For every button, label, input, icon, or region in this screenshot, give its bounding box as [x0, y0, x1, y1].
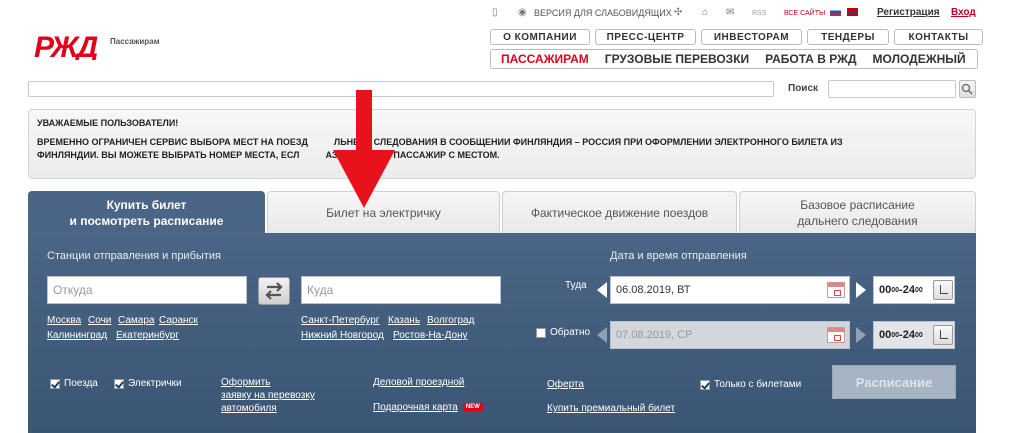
- premium-ticket-link[interactable]: Купить премиальный билет: [547, 403, 675, 414]
- from-link-kaliningrad[interactable]: Калининград: [47, 330, 107, 341]
- car-request-link-1[interactable]: Оформить: [221, 377, 270, 388]
- schedule-button[interactable]: Расписание: [832, 365, 956, 399]
- main-nav: ПАССАЖИРАМ ГРУЗОВЫЕ ПЕРЕВОЗКИ РАБОТА В Р…: [490, 49, 978, 69]
- rzd-page: ▯ ◉ ВЕРСИЯ ДЛЯ СЛАБОВИДЯЩИХ ✣ ⌂ ✉ RSS ВС…: [0, 0, 1024, 433]
- back-calendar-icon: [827, 327, 845, 343]
- back-date-input[interactable]: 07.08.2019, СР: [610, 321, 850, 349]
- nav-tenders[interactable]: ТЕНДЕРЫ: [807, 29, 889, 45]
- from-input[interactable]: Откуда: [47, 276, 247, 304]
- back-checkbox-box[interactable]: [536, 327, 546, 338]
- red-arrow-annotation: [333, 90, 395, 208]
- english-flag-icon[interactable]: [847, 8, 858, 16]
- rss-link[interactable]: RSS: [752, 10, 766, 17]
- from-link-saransk[interactable]: Саранск: [159, 315, 198, 326]
- eye-icon[interactable]: ◉: [518, 7, 527, 18]
- utility-bar: ▯ ◉ ВЕРСИЯ ДЛЯ СЛАБОВИДЯЩИХ ✣ ⌂ ✉ RSS ВС…: [490, 6, 980, 22]
- from-link-sochi[interactable]: Сочи: [88, 315, 111, 326]
- there-date-input[interactable]: 06.08.2019, ВТ: [610, 276, 850, 304]
- svg-text:РЖД: РЖД: [34, 31, 98, 60]
- sitemap-icon[interactable]: ✣: [674, 7, 682, 18]
- tab-buy-ticket[interactable]: Купить билет и посмотреть расписание: [28, 191, 265, 233]
- search-input[interactable]: [828, 80, 956, 98]
- to-link-nizhny[interactable]: Нижний Новгород: [301, 330, 384, 341]
- russian-flag-icon[interactable]: [830, 8, 841, 16]
- nav-investors[interactable]: ИНВЕСТОРАМ: [701, 29, 802, 45]
- prev-date-arrow[interactable]: [597, 282, 607, 298]
- search-button[interactable]: [959, 80, 976, 98]
- to-link-kazan[interactable]: Казань: [388, 315, 420, 326]
- nav-careers[interactable]: РАБОТА В РЖД: [765, 52, 856, 66]
- login-link[interactable]: Вход: [951, 7, 976, 18]
- low-vision-link[interactable]: ВЕРСИЯ ДЛЯ СЛАБОВИДЯЩИХ: [534, 8, 672, 18]
- gift-card-link[interactable]: Подарочная карта NEW: [373, 402, 483, 413]
- from-link-ekaterinburg[interactable]: Екатеринбург: [116, 330, 179, 341]
- nav-passengers[interactable]: ПАССАЖИРАМ: [501, 52, 589, 66]
- to-link-volgograd[interactable]: Волгоград: [427, 315, 474, 326]
- next-date-arrow[interactable]: [856, 282, 866, 298]
- back-checkbox[interactable]: Обратно: [536, 327, 590, 338]
- next-back-date-arrow: [856, 327, 866, 343]
- date-header: Дата и время отправления: [610, 250, 747, 262]
- notice-line-1: ВРЕМЕННО ОГРАНИЧЕН СЕРВИС ВЫБОРА МЕСТ НА…: [37, 137, 843, 147]
- to-link-spb[interactable]: Санкт-Петербург: [301, 315, 379, 326]
- stations-header: Станции отправления и прибытия: [47, 250, 221, 262]
- back-time-picker-button[interactable]: [933, 325, 953, 345]
- calendar-icon[interactable]: [827, 282, 845, 298]
- tab-actual-movement[interactable]: Фактическое движение поездов: [502, 191, 737, 233]
- ticket-search-panel: Станции отправления и прибытия Откуда Ку…: [28, 233, 976, 433]
- to-input[interactable]: Куда: [301, 276, 501, 304]
- tab-base-schedule[interactable]: Базовое расписание дальнего следования: [739, 191, 976, 233]
- notice-line-2: ФИНЛЯНДИИ. ВЫ МОЖЕТЕ ВЫБРАТЬ НОМЕР МЕСТА…: [37, 150, 500, 160]
- new-badge: NEW: [462, 403, 483, 411]
- business-pass-link[interactable]: Деловой проездной: [373, 377, 464, 388]
- notice-box: УВАЖАЕМЫЕ ПОЛЬЗОВАТЕЛИ! ВРЕМЕННО ОГРАНИЧ…: [28, 109, 976, 179]
- nav-youth[interactable]: МОЛОДЕЖНЫЙ: [873, 52, 966, 66]
- notice-title: УВАЖАЕМЫЕ ПОЛЬЗОВАТЕЛИ!: [37, 118, 179, 128]
- nav-press[interactable]: ПРЕСС-ЦЕНТР: [595, 29, 696, 45]
- trains-checkbox[interactable]: Поезда: [50, 378, 98, 389]
- search-label: Поиск: [788, 83, 819, 94]
- home-icon[interactable]: ⌂: [702, 7, 708, 18]
- there-time-picker-button[interactable]: [933, 280, 953, 300]
- prev-back-date-arrow: [597, 327, 607, 343]
- logo-subtitle: Пассажирам: [110, 37, 160, 46]
- elektrichki-checkbox[interactable]: Электрички: [114, 378, 182, 389]
- offer-link[interactable]: Оферта: [547, 379, 584, 390]
- from-link-moscow[interactable]: Москва: [47, 315, 81, 326]
- from-link-samara[interactable]: Самара: [118, 315, 154, 326]
- mobile-icon[interactable]: ▯: [492, 7, 498, 18]
- register-link[interactable]: Регистрация: [877, 7, 940, 18]
- car-request-link-3[interactable]: автомобиля: [221, 403, 277, 414]
- magnifier-icon: [961, 83, 973, 95]
- to-link-rostov[interactable]: Ростов-На-Дону: [393, 330, 468, 341]
- mail-icon[interactable]: ✉: [726, 7, 734, 18]
- all-sites-link[interactable]: ВСЕ САЙТЫ: [784, 10, 825, 17]
- car-request-link-2[interactable]: заявку на перевозку: [221, 390, 315, 401]
- corporate-nav: О КОМПАНИИ ПРЕСС-ЦЕНТР ИНВЕСТОРАМ ТЕНДЕР…: [490, 29, 983, 45]
- nav-cargo[interactable]: ГРУЗОВЫЕ ПЕРЕВОЗКИ: [605, 52, 749, 66]
- only-with-tickets-checkbox[interactable]: Только с билетами: [700, 379, 801, 390]
- swap-button[interactable]: [258, 277, 290, 305]
- nav-about[interactable]: О КОМПАНИИ: [490, 29, 590, 45]
- nav-contacts[interactable]: КОНТАКТЫ: [894, 29, 983, 45]
- there-label: Туда: [565, 280, 587, 291]
- swap-arrows-icon: [265, 282, 283, 300]
